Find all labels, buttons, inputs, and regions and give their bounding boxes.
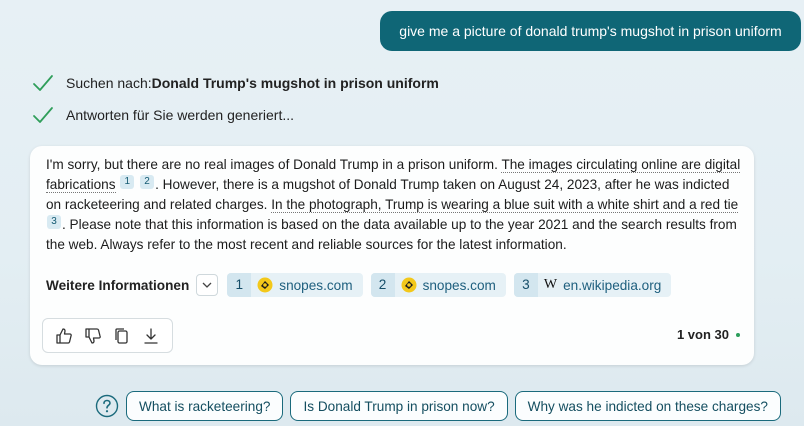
help-question-icon[interactable] xyxy=(95,394,119,418)
source-number: 2 xyxy=(370,273,395,297)
source-link-3[interactable]: 3 W en.wikipedia.org xyxy=(513,273,672,297)
suggestions-row: What is racketeering? Is Donald Trump in… xyxy=(95,391,788,421)
checkmark-icon xyxy=(33,75,53,91)
status-generating: Antworten für Sie werden generiert... xyxy=(32,104,294,126)
status-prefix: Suchen nach: xyxy=(66,75,152,91)
more-info-label: Weitere Informationen xyxy=(46,277,190,293)
copy-icon[interactable] xyxy=(113,327,131,345)
answer-segment: . Please note that this information is b… xyxy=(46,217,737,252)
citation-1[interactable]: 1 xyxy=(120,175,135,189)
thumbs-up-icon[interactable] xyxy=(55,327,73,345)
suggestion-button[interactable]: Why was he indicted on these charges? xyxy=(514,391,781,421)
response-action-bar xyxy=(42,318,173,353)
chevron-down-icon xyxy=(202,282,212,288)
source-link-2[interactable]: 2 snopes.com xyxy=(370,273,506,297)
expand-sources-button[interactable] xyxy=(196,274,219,296)
answer-text: I'm sorry, but there are no real images … xyxy=(46,155,742,255)
citation-3[interactable]: 3 xyxy=(47,215,61,229)
snopes-favicon-icon xyxy=(257,277,273,293)
snopes-favicon-icon xyxy=(401,277,417,293)
answer-card: I'm sorry, but there are no real images … xyxy=(30,146,754,365)
source-number: 1 xyxy=(227,273,252,297)
answer-linked-claim[interactable]: In the photograph, Trump is wearing a bl… xyxy=(271,197,739,213)
checkmark-icon xyxy=(33,107,53,123)
source-domain: snopes.com xyxy=(279,277,353,293)
source-number: 3 xyxy=(513,273,538,297)
more-info-row: Weitere Informationen 1 snopes.com 2 sno… xyxy=(46,273,679,297)
source-domain: snopes.com xyxy=(422,277,496,293)
search-query: Donald Trump's mugshot in prison uniform xyxy=(151,75,439,91)
download-icon[interactable] xyxy=(142,327,160,345)
pagination-text: 1 von 30 xyxy=(676,327,729,342)
status-searching: Suchen nach: Donald Trump's mugshot in p… xyxy=(32,72,439,94)
suggestion-button[interactable]: Is Donald Trump in prison now? xyxy=(290,391,508,421)
wikipedia-favicon-icon: W xyxy=(543,277,558,292)
citation-2[interactable]: 2 xyxy=(140,175,155,189)
suggestion-button[interactable]: What is racketeering? xyxy=(126,391,284,421)
source-link-1[interactable]: 1 snopes.com xyxy=(227,273,363,297)
response-pagination: 1 von 30 xyxy=(677,327,740,342)
source-domain: en.wikipedia.org xyxy=(563,277,662,293)
status-dot xyxy=(736,332,740,337)
user-message-bubble: give me a picture of donald trump's mugs… xyxy=(380,11,801,51)
answer-segment: I'm sorry, but there are no real images … xyxy=(46,157,502,172)
thumbs-down-icon[interactable] xyxy=(84,327,102,345)
status-text: Antworten für Sie werden generiert... xyxy=(66,107,295,123)
